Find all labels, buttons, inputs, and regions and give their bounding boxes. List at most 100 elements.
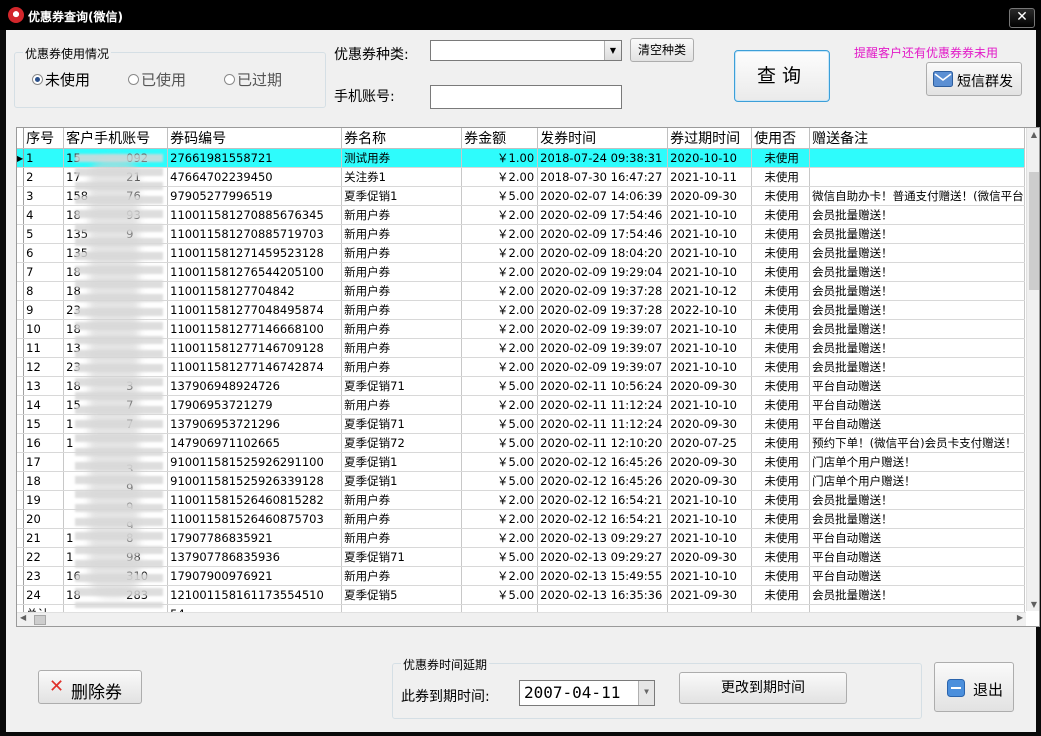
- cell-amount[interactable]: ￥5.00: [461, 547, 539, 567]
- cell-issue-time[interactable]: 2020-02-12 16:54:21: [537, 490, 669, 510]
- row-header-cell[interactable]: [17, 414, 25, 434]
- cell-used[interactable]: 未使用: [751, 452, 811, 472]
- cell-expire-time[interactable]: 2021-10-10: [667, 528, 753, 548]
- cell-name[interactable]: 夏季促销71: [341, 547, 463, 567]
- table-row[interactable]: 13183137906948924726夏季促销71￥5.002020-02-1…: [17, 376, 1025, 396]
- cell-code[interactable]: 910011581525926339128: [167, 471, 343, 491]
- cell-issue-time[interactable]: 2020-02-12 16:45:26: [537, 471, 669, 491]
- col-header-expire-time[interactable]: 券过期时间: [667, 128, 753, 149]
- table-row[interactable]: 41893110011581270885676345新用户券￥2.002020-…: [17, 205, 1025, 225]
- cell-issue-time[interactable]: 2018-07-24 09:38:31: [537, 148, 669, 168]
- cell-amount[interactable]: ￥2.00: [461, 509, 539, 529]
- row-header-cell[interactable]: [17, 452, 25, 472]
- cell-seq[interactable]: 6: [23, 243, 65, 263]
- cell-seq[interactable]: 20: [23, 509, 65, 529]
- cell-used[interactable]: 未使用: [751, 148, 811, 168]
- cell-code[interactable]: 110011581526460815282: [167, 490, 343, 510]
- row-header-cell[interactable]: [17, 300, 25, 320]
- cell-issue-time[interactable]: 2020-02-09 17:54:46: [537, 205, 669, 225]
- cell-issue-time[interactable]: 2020-02-11 11:12:24: [537, 414, 669, 434]
- cell-amount[interactable]: ￥2.00: [461, 357, 539, 377]
- cell-used[interactable]: 未使用: [751, 585, 811, 605]
- cell-used[interactable]: 未使用: [751, 490, 811, 510]
- cell-code[interactable]: 137907786835936: [167, 547, 343, 567]
- cell-name[interactable]: 新用户券: [341, 243, 463, 263]
- cell-issue-time[interactable]: 2020-02-11 12:10:20: [537, 433, 669, 453]
- table-row[interactable]: 199110011581526460815282新用户券￥2.002020-02…: [17, 490, 1025, 510]
- row-header-cell[interactable]: [17, 205, 25, 225]
- exit-button[interactable]: 退出: [934, 662, 1014, 712]
- table-row[interactable]: 11 13 110011581277146709128 新用户券 ￥2.00 2020-0…: [17, 338, 1025, 358]
- cell-used[interactable]: 未使用: [751, 224, 811, 244]
- cell-issue-time[interactable]: 2020-02-11 11:12:24: [537, 395, 669, 415]
- cell-name[interactable]: 新用户券: [341, 395, 463, 415]
- cell-code[interactable]: 110011581277146742874: [167, 357, 343, 377]
- cell-seq[interactable]: 24: [23, 585, 65, 605]
- cell-name[interactable]: 新用户券: [341, 262, 463, 282]
- horizontal-scrollbar[interactable]: ◀ ▶: [17, 612, 1026, 626]
- cell-expire-time[interactable]: 2020-07-25: [667, 433, 753, 453]
- cell-expire-time[interactable]: 2021-10-10: [667, 262, 753, 282]
- cell-issue-time[interactable]: 2020-02-13 09:29:27: [537, 528, 669, 548]
- cell-seq[interactable]: 9: [23, 300, 65, 320]
- scroll-up-icon[interactable]: ▲: [1027, 130, 1039, 139]
- col-header-issue-time[interactable]: 发券时间: [537, 128, 669, 149]
- table-row[interactable]: 2418283121001158161173554510夏季促销5￥5.0020…: [17, 585, 1025, 605]
- cell-name[interactable]: 夏季促销1: [341, 452, 463, 472]
- cell-amount[interactable]: ￥2.00: [461, 205, 539, 225]
- cell-name[interactable]: 新用户券: [341, 490, 463, 510]
- vertical-scrollbar[interactable]: ▲ ▼: [1026, 128, 1039, 611]
- table-row[interactable]: 189910011581525926339128夏季促销1￥5.002020-0…: [17, 471, 1025, 491]
- cell-remark[interactable]: 会员批量赠送！: [809, 338, 1025, 358]
- cell-amount[interactable]: ￥2.00: [461, 528, 539, 548]
- cell-expire-time[interactable]: 2020-09-30: [667, 376, 753, 396]
- cell-remark[interactable]: 会员批量赠送！: [809, 300, 1025, 320]
- cell-expire-time[interactable]: 2021-10-10: [667, 243, 753, 263]
- cell-expire-time[interactable]: 2021-10-10: [667, 490, 753, 510]
- cell-used[interactable]: 未使用: [751, 167, 811, 187]
- cell-issue-time[interactable]: 2020-02-12 16:45:26: [537, 452, 669, 472]
- cell-code[interactable]: 17907900976921: [167, 566, 343, 586]
- chevron-down-icon[interactable]: ▼: [604, 41, 621, 60]
- row-header-cell[interactable]: [17, 262, 25, 282]
- scroll-thumb[interactable]: [34, 615, 46, 625]
- cell-used[interactable]: 未使用: [751, 186, 811, 206]
- cell-seq[interactable]: 12: [23, 357, 65, 377]
- cell-expire-time[interactable]: 2021-10-10: [667, 509, 753, 529]
- scroll-left-icon[interactable]: ◀: [20, 613, 26, 622]
- close-button[interactable]: ✕: [1009, 8, 1035, 28]
- cell-amount[interactable]: ￥5.00: [461, 433, 539, 453]
- row-header-cell[interactable]: [17, 471, 25, 491]
- cell-code[interactable]: 110011581270885676345: [167, 205, 343, 225]
- row-header-cell[interactable]: [17, 243, 25, 263]
- table-row[interactable]: 51359110011581270885719703新用户券￥2.002020-…: [17, 224, 1025, 244]
- cell-code[interactable]: 910011581525926291100: [167, 452, 343, 472]
- cell-used[interactable]: 未使用: [751, 205, 811, 225]
- cell-name[interactable]: 新用户券: [341, 357, 463, 377]
- row-header-cell[interactable]: [17, 167, 25, 187]
- cell-name[interactable]: 夏季促销1: [341, 186, 463, 206]
- cell-code[interactable]: 137906948924726: [167, 376, 343, 396]
- table-row[interactable]: 16 1 147906971102665 夏季促销72 ￥5.00 2020-02-11 …: [17, 433, 1025, 453]
- cell-code[interactable]: 147906971102665: [167, 433, 343, 453]
- cell-name[interactable]: 新用户券: [341, 224, 463, 244]
- cell-amount[interactable]: ￥1.00: [461, 148, 539, 168]
- chevron-down-icon[interactable]: ▼: [638, 681, 654, 705]
- table-row[interactable]: 7 18 110011581276544205100 新用户券 ￥2.00 2020-02…: [17, 262, 1025, 282]
- coupon-type-select[interactable]: ▼: [430, 40, 622, 61]
- cell-seq[interactable]: 16: [23, 433, 65, 453]
- cell-used[interactable]: 未使用: [751, 243, 811, 263]
- scroll-thumb[interactable]: [1029, 172, 1039, 290]
- cell-name[interactable]: 夏季促销72: [341, 433, 463, 453]
- cell-amount[interactable]: ￥2.00: [461, 490, 539, 510]
- cell-used[interactable]: 未使用: [751, 376, 811, 396]
- cell-issue-time[interactable]: 2020-02-09 19:29:04: [537, 262, 669, 282]
- cell-expire-time[interactable]: 2021-10-10: [667, 205, 753, 225]
- cell-issue-time[interactable]: 2020-02-09 19:39:07: [537, 319, 669, 339]
- cell-remark[interactable]: 会员批量赠送！: [809, 262, 1025, 282]
- cell-used[interactable]: 未使用: [751, 509, 811, 529]
- col-header-amount[interactable]: 券金额: [461, 128, 539, 149]
- cell-code[interactable]: 27661981558721: [167, 148, 343, 168]
- current-row-marker-icon[interactable]: ▶: [17, 148, 25, 168]
- row-header-cell[interactable]: [17, 509, 25, 529]
